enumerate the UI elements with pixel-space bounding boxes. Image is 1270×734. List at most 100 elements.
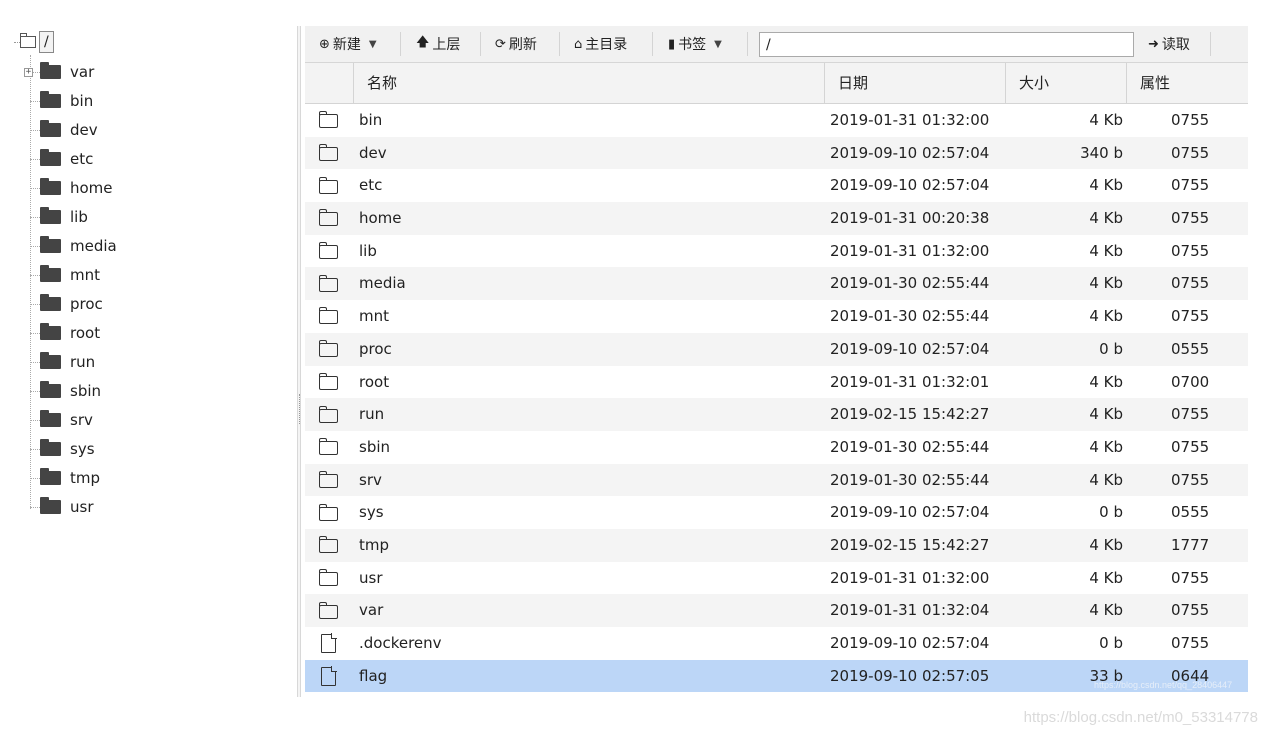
row-name[interactable]: mnt xyxy=(359,300,389,333)
refresh-button[interactable]: ⟳ 刷新 xyxy=(495,26,537,62)
table-row[interactable]: usr 2019-01-31 01:32:00 4 Kb 0755 xyxy=(305,562,1248,595)
row-name[interactable]: flag xyxy=(359,660,387,693)
bookmark-button[interactable]: ▮ 书签 ▼ xyxy=(668,26,722,62)
table-row[interactable]: .dockerenv 2019-09-10 02:57:04 0 b 0755 xyxy=(305,627,1248,660)
tree-item-sbin[interactable]: sbin xyxy=(30,379,101,403)
row-name[interactable]: lib xyxy=(359,235,377,268)
folder-icon xyxy=(40,120,61,137)
table-row[interactable]: sbin 2019-01-30 02:55:44 4 Kb 0755 xyxy=(305,431,1248,464)
tree-item-dev[interactable]: dev xyxy=(30,118,98,142)
tree-item-root[interactable]: root xyxy=(30,321,100,345)
tree-item-label: var xyxy=(70,63,95,81)
tree-item-proc[interactable]: proc xyxy=(30,292,103,316)
table-row[interactable]: media 2019-01-30 02:55:44 4 Kb 0755 xyxy=(305,267,1248,301)
row-attr[interactable]: 0755 xyxy=(1171,202,1209,235)
row-name[interactable]: usr xyxy=(359,562,383,595)
tree-item-label: root xyxy=(70,324,101,342)
tree-item-media[interactable]: media xyxy=(30,234,117,258)
home-button[interactable]: ⌂ 主目录 xyxy=(574,26,627,62)
tree-item-label: etc xyxy=(70,150,94,168)
row-name[interactable]: root xyxy=(359,366,389,399)
row-name[interactable]: .dockerenv xyxy=(359,627,442,660)
tree-connector xyxy=(30,158,40,160)
row-name[interactable]: tmp xyxy=(359,529,389,562)
tree-item-tmp[interactable]: tmp xyxy=(30,466,100,490)
chevron-down-icon: ▼ xyxy=(368,38,377,50)
pane-splitter[interactable] xyxy=(297,26,301,697)
table-row[interactable]: dev 2019-09-10 02:57:04 340 b 0755 xyxy=(305,136,1248,170)
table-row[interactable]: bin 2019-01-31 01:32:00 4 Kb 0755 xyxy=(305,104,1248,137)
column-header-name[interactable]: 名称 xyxy=(354,63,825,103)
column-header-attr[interactable]: 属性 xyxy=(1127,63,1248,103)
row-name[interactable]: etc xyxy=(359,169,382,202)
row-name[interactable]: var xyxy=(359,594,383,627)
folder-icon xyxy=(40,178,61,195)
up-button[interactable]: 🡅 上层 xyxy=(416,26,460,62)
row-icon xyxy=(318,431,341,464)
tree-connector xyxy=(30,332,40,334)
folder-open-icon xyxy=(20,33,36,48)
row-name[interactable]: dev xyxy=(359,137,387,170)
expand-icon[interactable]: + xyxy=(24,67,33,77)
row-attr[interactable]: 0555 xyxy=(1171,496,1209,529)
read-button[interactable]: ➜ 读取 xyxy=(1148,26,1190,62)
tree-item-var[interactable]: + var xyxy=(24,60,95,84)
row-attr[interactable]: 0555 xyxy=(1171,333,1209,366)
row-date: 2019-09-10 02:57:04 xyxy=(830,503,990,522)
toolbar-divider xyxy=(747,32,748,56)
row-name[interactable]: proc xyxy=(359,333,392,366)
tree-item-run[interactable]: run xyxy=(30,350,95,374)
row-attr[interactable]: 0755 xyxy=(1171,398,1209,431)
table-row[interactable]: home 2019-01-31 00:20:38 4 Kb 0755 xyxy=(305,202,1248,235)
row-attr[interactable]: 0755 xyxy=(1171,169,1209,202)
row-name[interactable]: sys xyxy=(359,496,384,529)
column-header-date[interactable]: 日期 xyxy=(825,63,1006,103)
folder-icon xyxy=(40,439,61,456)
row-attr[interactable]: 0755 xyxy=(1171,464,1209,497)
table-row[interactable]: mnt 2019-01-30 02:55:44 4 Kb 0755 xyxy=(305,300,1248,333)
column-header-size[interactable]: 大小 xyxy=(1006,63,1127,103)
row-name[interactable]: srv xyxy=(359,464,382,497)
row-name[interactable]: bin xyxy=(359,104,382,137)
path-input[interactable] xyxy=(759,32,1134,57)
folder-icon xyxy=(318,209,338,227)
tree-root-label[interactable]: / xyxy=(39,31,54,53)
tree-connector xyxy=(30,129,40,131)
tree-item-mnt[interactable]: mnt xyxy=(30,263,100,287)
tree-item-bin[interactable]: bin xyxy=(30,89,93,113)
table-row[interactable]: lib 2019-01-31 01:32:00 4 Kb 0755 xyxy=(305,235,1248,268)
row-attr[interactable]: 0755 xyxy=(1171,300,1209,333)
row-attr[interactable]: 0755 xyxy=(1171,594,1209,627)
row-icon xyxy=(318,137,341,170)
table-row[interactable]: etc 2019-09-10 02:57:04 4 Kb 0755 xyxy=(305,169,1248,202)
row-name[interactable]: run xyxy=(359,398,384,431)
table-row[interactable]: srv 2019-01-30 02:55:44 4 Kb 0755 xyxy=(305,463,1248,497)
row-name[interactable]: home xyxy=(359,202,402,235)
row-name[interactable]: media xyxy=(359,267,406,300)
table-row[interactable]: run 2019-02-15 15:42:27 4 Kb 0755 xyxy=(305,398,1248,431)
row-attr[interactable]: 0755 xyxy=(1171,235,1209,268)
row-attr[interactable]: 1777 xyxy=(1171,529,1209,562)
table-row[interactable]: root 2019-01-31 01:32:01 4 Kb 0700 xyxy=(305,366,1248,399)
table-row[interactable]: proc 2019-09-10 02:57:04 0 b 0555 xyxy=(305,332,1248,366)
row-attr[interactable]: 0755 xyxy=(1171,431,1209,464)
table-row[interactable]: sys 2019-09-10 02:57:04 0 b 0555 xyxy=(305,496,1248,529)
row-attr[interactable]: 0700 xyxy=(1171,366,1209,399)
table-row[interactable]: var 2019-01-31 01:32:04 4 Kb 0755 xyxy=(305,594,1248,627)
row-attr[interactable]: 0755 xyxy=(1171,137,1209,170)
new-button[interactable]: ⊕ 新建 ▼ xyxy=(319,26,377,62)
row-attr[interactable]: 0755 xyxy=(1171,104,1209,137)
row-size: 4 Kb xyxy=(1089,568,1123,587)
row-attr[interactable]: 0755 xyxy=(1171,627,1209,660)
tree-root[interactable]: / xyxy=(14,31,54,53)
row-attr[interactable]: 0755 xyxy=(1171,267,1209,300)
tree-item-home[interactable]: home xyxy=(30,176,113,200)
tree-item-lib[interactable]: lib xyxy=(30,205,88,229)
tree-item-srv[interactable]: srv xyxy=(30,408,93,432)
tree-item-etc[interactable]: etc xyxy=(30,147,93,171)
tree-item-sys[interactable]: sys xyxy=(30,437,95,461)
tree-item-usr[interactable]: usr xyxy=(30,495,94,519)
row-name[interactable]: sbin xyxy=(359,431,390,464)
table-row[interactable]: tmp 2019-02-15 15:42:27 4 Kb 1777 xyxy=(305,528,1248,562)
row-attr[interactable]: 0755 xyxy=(1171,562,1209,595)
